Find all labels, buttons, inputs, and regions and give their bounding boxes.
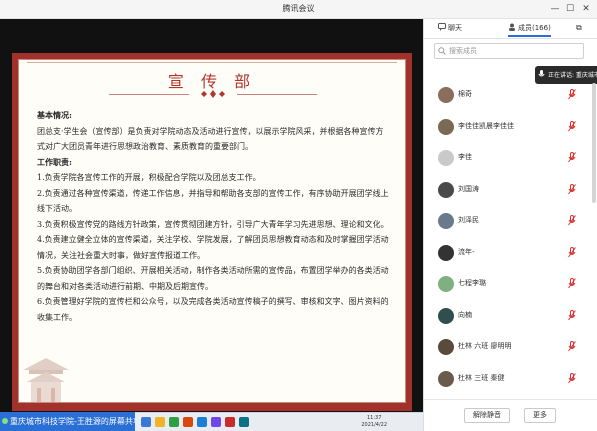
list-item[interactable]: 杜林 六班 廖明明 bbox=[424, 333, 597, 363]
taskbar-app-icon bbox=[211, 417, 221, 427]
member-name: 李佳 bbox=[458, 153, 472, 161]
panel-tabs: 聊天 成员(166) ⧉ bbox=[424, 19, 597, 39]
member-name: 刘泽民 bbox=[458, 216, 479, 224]
avatar bbox=[438, 276, 454, 292]
list-item[interactable]: 向楠 bbox=[424, 302, 597, 332]
mic-muted-icon[interactable] bbox=[568, 341, 576, 352]
member-name: 棉奇 bbox=[458, 90, 472, 98]
taskbar-app-icon bbox=[183, 417, 193, 427]
member-name: 七程李璐 bbox=[458, 279, 486, 287]
member-name: 李佳佳凯晨李佳佳 bbox=[458, 121, 514, 130]
mic-muted-icon[interactable] bbox=[568, 372, 576, 384]
meeting-window: 腾讯会议 — ☐ ✕ 宣 传 部 基本情况: 团总支·学生会（宣传部）是负责对学… bbox=[0, 0, 597, 431]
list-item[interactable]: 七程李璐 bbox=[424, 270, 597, 300]
more-button[interactable]: 更多 bbox=[524, 408, 556, 423]
avatar bbox=[438, 150, 454, 166]
list-item[interactable]: 李佳佳凯晨李佳佳 bbox=[424, 113, 597, 143]
panel-footer: 解除静音 更多 bbox=[424, 399, 597, 431]
shared-screen: 宣 传 部 基本情况: 团总支·学生会（宣传部）是负责对学院动态及活动进行宣传，… bbox=[0, 19, 423, 412]
screen-share-banner[interactable]: 重庆城市科技学院-王胜源的屏幕共享 bbox=[0, 412, 141, 431]
avatar bbox=[438, 370, 454, 387]
duty-heading: 工作职责: bbox=[37, 156, 72, 167]
list-item[interactable]: 李佳 bbox=[424, 144, 597, 174]
sharing-indicator-icon bbox=[2, 418, 8, 424]
taskbar-clock: 11:37 2021/4/22 bbox=[361, 415, 387, 429]
search-icon bbox=[438, 47, 446, 55]
mic-icon bbox=[538, 70, 545, 77]
avatar bbox=[438, 339, 454, 355]
window-title: 腾讯会议 bbox=[282, 4, 315, 13]
duty-item: 4.负责建立健全立体的宣传渠道，关注学校、学院发展，了解团员思想教育动态和及时掌… bbox=[37, 235, 389, 260]
ornament-line-right bbox=[237, 94, 317, 95]
unmute-all-button[interactable]: 解除静音 bbox=[464, 408, 510, 423]
member-name: 流年- bbox=[458, 247, 475, 256]
duty-item: 1.负责学院各宣传工作的开展，积极配合学院以及团总支工作。 bbox=[37, 173, 261, 182]
list-item[interactable]: 流年- bbox=[424, 239, 597, 269]
slide-content: 宣 传 部 基本情况: 团总支·学生会（宣传部）是负责对学院动态及活动进行宣传，… bbox=[18, 59, 406, 403]
tab-chat-label: 聊天 bbox=[448, 24, 462, 32]
search-placeholder: 搜索成员 bbox=[449, 47, 477, 55]
avatar bbox=[438, 244, 454, 261]
mic-muted-icon[interactable] bbox=[568, 152, 576, 163]
duty-item: 3.负责积极宣传党的路线方针政策，宣传贯彻团建方针，引导广大青年学习先进思想、理… bbox=[37, 219, 389, 229]
taskbar-app-icon bbox=[225, 417, 235, 427]
mic-muted-icon[interactable] bbox=[568, 246, 576, 258]
members-icon bbox=[509, 23, 515, 31]
taskbar-app-icon bbox=[239, 417, 249, 427]
avatar bbox=[438, 213, 454, 229]
tab-members[interactable]: 成员(166) bbox=[508, 23, 551, 37]
list-item[interactable]: 刘泽民 bbox=[424, 207, 597, 237]
duty-item: 2.负责通过各种宣传渠道，传递工作信息，并指导和帮助各支部的宣传工作，有序协助开… bbox=[37, 188, 389, 214]
mic-muted-icon[interactable] bbox=[568, 120, 576, 132]
avatar bbox=[438, 118, 454, 135]
maximize-icon[interactable]: ☐ bbox=[563, 2, 577, 16]
members-panel: 聊天 成员(166) ⧉ 搜索成员 正在讲话: 重庆城市 棉奇李佳佳凯晨李佳佳李… bbox=[423, 19, 597, 431]
chat-icon bbox=[438, 23, 446, 31]
avatar bbox=[438, 307, 454, 324]
mic-muted-icon[interactable] bbox=[568, 309, 576, 321]
basic-heading: 基本情况: bbox=[37, 110, 72, 120]
shared-taskbar: 11:37 2021/4/22 bbox=[135, 412, 423, 431]
list-item[interactable]: 刘国涛 bbox=[424, 176, 597, 206]
mic-muted-icon[interactable] bbox=[568, 89, 576, 100]
tab-chat[interactable]: 聊天 bbox=[438, 23, 462, 33]
member-name: 杜林 六班 廖明明 bbox=[458, 342, 512, 350]
slide-body: 基本情况: 团总支·学生会（宣传部）是负责对学院动态及活动进行宣传，以展示学院风… bbox=[37, 108, 389, 325]
member-search-input[interactable]: 搜索成员 bbox=[434, 43, 584, 59]
mic-muted-icon[interactable] bbox=[568, 278, 576, 289]
duty-item: 6.负责管理好学院的宣传栏和公众号，以及完成各类活动宣传稿子的撰写、审核和文字、… bbox=[37, 297, 389, 322]
temple-decoration-icon bbox=[23, 358, 69, 402]
tab-members-label: 成员(166) bbox=[518, 24, 551, 32]
member-name: 刘国涛 bbox=[458, 184, 479, 193]
member-name: 向楠 bbox=[458, 310, 472, 319]
taskbar-app-icon bbox=[141, 417, 151, 427]
share-banner-text: 重庆城市科技学院-王胜源的屏幕共享 bbox=[10, 417, 141, 426]
basic-text: 团总支·学生会（宣传部）是负责对学院动态及活动进行宣传，以展示学院风采，并根据各… bbox=[37, 126, 384, 152]
list-item[interactable]: 杜林 三班 秦健 bbox=[424, 365, 597, 395]
member-name: 杜林 三班 秦健 bbox=[458, 373, 505, 382]
avatar bbox=[438, 181, 454, 198]
mic-muted-icon[interactable] bbox=[568, 215, 576, 226]
slide-title: 宣 传 部 bbox=[167, 72, 257, 91]
popout-icon[interactable]: ⧉ bbox=[576, 23, 582, 33]
title-bar: 腾讯会议 — ☐ ✕ bbox=[0, 0, 597, 19]
taskbar-time: 11:37 bbox=[366, 415, 382, 421]
taskbar-date: 2021/4/22 bbox=[361, 422, 387, 428]
list-item[interactable]: 棉奇 bbox=[424, 81, 597, 111]
speaking-text: 正在讲话: 重庆城市 bbox=[548, 72, 597, 79]
taskbar-app-icon bbox=[169, 417, 179, 427]
ornament-line-left bbox=[109, 94, 189, 95]
mic-muted-icon[interactable] bbox=[568, 183, 576, 195]
avatar bbox=[438, 87, 454, 103]
browser-icon bbox=[197, 417, 207, 427]
ornament-diamonds-icon bbox=[201, 90, 225, 98]
slide-border-line bbox=[27, 62, 397, 64]
folder-icon bbox=[155, 417, 165, 427]
duty-item: 5.负责协助团学各部门组织、开展相关活动，制作各类活动所需的宣传品，布置团学举办… bbox=[37, 266, 389, 291]
minimize-icon[interactable]: — bbox=[548, 2, 562, 16]
shared-slide: 宣 传 部 基本情况: 团总支·学生会（宣传部）是负责对学院动态及活动进行宣传，… bbox=[12, 53, 412, 411]
close-icon[interactable]: ✕ bbox=[579, 2, 593, 16]
